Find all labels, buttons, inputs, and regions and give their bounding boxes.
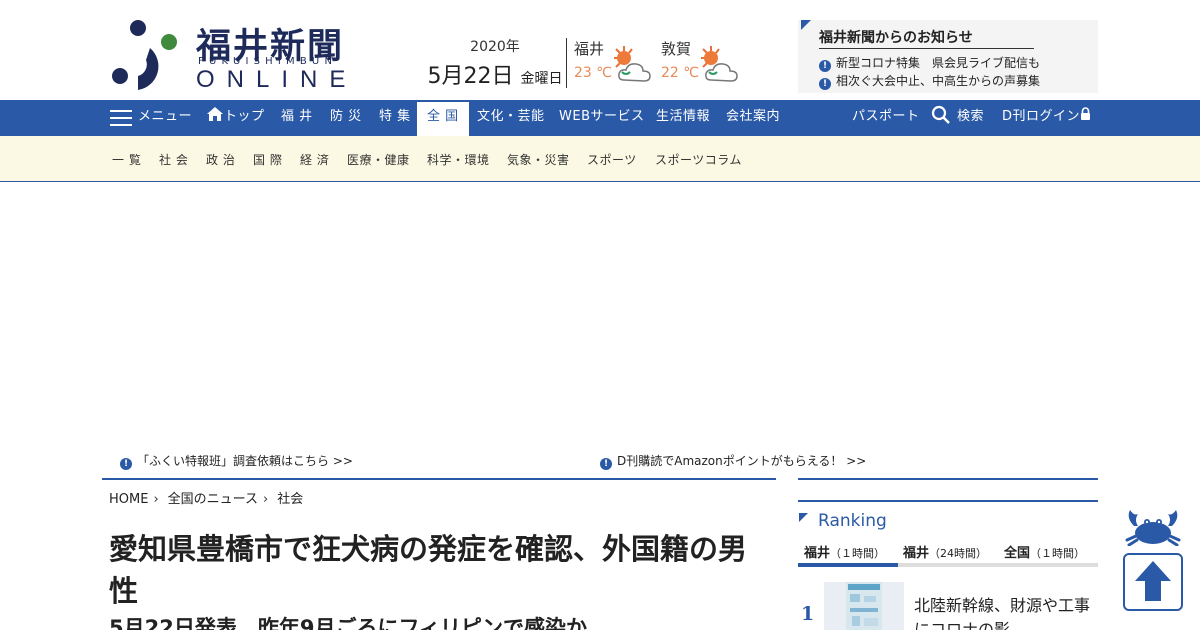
notice-box: 福井新聞からのお知らせ ! 新型コロナ特集 県会見ライブ配信も ! 相次ぐ大会中止、… — [798, 20, 1098, 93]
breadcrumb: HOME › 全国のニュース › 社会 — [109, 488, 303, 507]
nav-search[interactable]: 検索 — [931, 100, 984, 136]
nav-top-label: トップ — [224, 109, 265, 124]
ranking-number: 1 — [801, 603, 815, 625]
notice-item-label: 新型コロナ特集 県会見ライブ配信も — [836, 56, 1041, 70]
ranking-tab-fukui-1h[interactable]: 福井（１時間） — [804, 542, 885, 561]
promo-link-amazon[interactable]: ! D刊購読でAmazonポイントがもらえる！ >> — [600, 452, 866, 470]
subnav-item[interactable]: スポーツコラム — [655, 151, 742, 168]
nav-passport[interactable]: パスポート — [852, 100, 920, 136]
info-icon: ! — [120, 458, 132, 470]
subnav-item[interactable]: 政 治 — [206, 151, 235, 168]
active-tab-indicator — [798, 563, 898, 567]
lock-icon — [1081, 107, 1091, 120]
ranking-thumbnail[interactable] — [824, 582, 904, 630]
main-nav: メニュー トップ 福 井 防 災 特 集 全 国 文化・芸能 WEBサービス 生… — [0, 100, 1200, 136]
subnav-item[interactable]: 社 会 — [159, 151, 188, 168]
ranking-headline[interactable]: 北陸新幹線、財源や工事にコロナの影 — [914, 594, 1094, 630]
sub-nav: 一 覧 社 会 政 治 国 際 経 済 医療・健康 科学・環境 気象・災害 スポ… — [0, 136, 1200, 182]
notice-item[interactable]: ! 新型コロナ特集 県会見ライブ配信も — [819, 54, 1040, 72]
subnav-item[interactable]: 経 済 — [300, 151, 329, 168]
subnav-item[interactable]: 国 際 — [253, 151, 282, 168]
nav-search-label: 検索 — [957, 109, 985, 124]
back-to-top-button[interactable] — [1123, 553, 1183, 611]
promo-link-label: D刊購読でAmazonポイントがもらえる！ >> — [617, 454, 867, 468]
date-day: 5月22日 金曜日 — [425, 58, 565, 90]
divider — [798, 478, 1098, 480]
date-year: 2020年 — [470, 39, 520, 55]
notice-title: 福井新聞からのお知らせ — [819, 27, 1034, 49]
promo-link-tokuhou[interactable]: ! 「ふくい特報班」調査依頼はこちら >> — [120, 452, 353, 470]
tab-period: （１時間） — [830, 547, 886, 560]
nav-item-web-service[interactable]: WEBサービス — [559, 100, 645, 136]
info-icon: ! — [819, 60, 831, 72]
date-monthday: 5月22日 — [427, 64, 514, 89]
date-display: 2020年 5月22日 金曜日 — [425, 36, 565, 90]
divider — [566, 38, 567, 88]
divider — [102, 478, 776, 480]
crab-icon[interactable] — [1124, 506, 1182, 546]
breadcrumb-society[interactable]: 社会 — [277, 492, 303, 507]
sun-cloud-icon — [701, 46, 738, 82]
nav-login[interactable]: D刊ログイン — [1002, 100, 1091, 136]
nav-top[interactable]: トップ — [206, 100, 265, 136]
nav-item-culture[interactable]: 文化・芸能 — [477, 100, 545, 136]
nav-item-zenkoku[interactable]: 全 国 — [417, 102, 469, 136]
site-header: 福井新聞 FUKUISHIMBUN ONLINE 2020年 5月22日 金曜日… — [0, 0, 1200, 100]
notice-item-label: 相次ぐ大会中止、中高生からの声募集 — [836, 74, 1041, 88]
nav-item-tokushu[interactable]: 特 集 — [379, 100, 411, 136]
weather-tsuruga[interactable]: 敦賀 22 ℃ — [661, 38, 751, 88]
article-title: 愛知県豊橋市で狂犬病の発症を確認、外国籍の男性 — [109, 532, 748, 608]
article-subtitle: 5月22日発表、昨年9月ごろにフィリピンで感染か — [109, 616, 588, 630]
logo-online: ONLINE — [196, 66, 358, 93]
breadcrumb-national[interactable]: 全国のニュース — [168, 492, 258, 507]
tab-label: 全国 — [1004, 546, 1031, 561]
divider — [798, 500, 1098, 502]
chevron-right-icon: › — [153, 492, 159, 507]
sun-cloud-icon — [614, 46, 651, 82]
info-icon: ! — [819, 78, 831, 90]
nav-item-fukui[interactable]: 福 井 — [281, 100, 313, 136]
breadcrumb-home[interactable]: HOME — [109, 492, 148, 507]
tab-label: 福井 — [903, 546, 930, 561]
corner-marker — [801, 20, 811, 30]
subnav-item[interactable]: 気象・災害 — [507, 151, 570, 168]
tab-period: （24時間） — [929, 547, 988, 560]
nav-item-company[interactable]: 会社案内 — [726, 100, 780, 136]
nav-item-bousai[interactable]: 防 災 — [330, 100, 362, 136]
logo-mark-icon — [112, 20, 177, 90]
article-thumbnail-image — [846, 582, 882, 630]
hamburger-icon[interactable] — [110, 110, 132, 126]
arrow-up-icon — [1135, 561, 1171, 601]
subnav-item[interactable]: 科学・環境 — [427, 151, 490, 168]
ranking-title: Ranking — [818, 511, 887, 531]
site-logo[interactable]: 福井新聞 FUKUISHIMBUN ONLINE — [110, 18, 355, 93]
subnav-item[interactable]: 一 覧 — [112, 151, 141, 168]
subnav-item[interactable]: スポーツ — [587, 151, 637, 168]
ranking-tab-fukui-24h[interactable]: 福井（24時間） — [903, 542, 987, 561]
search-icon — [931, 105, 950, 124]
tab-period: （１時間） — [1030, 547, 1086, 560]
nav-login-label: D刊ログイン — [1002, 109, 1081, 124]
weather-fukui[interactable]: 福井 23 ℃ — [574, 38, 664, 88]
corner-marker — [799, 513, 808, 522]
nav-menu[interactable]: メニュー — [138, 100, 192, 136]
subnav-item[interactable]: 医療・健康 — [347, 151, 410, 168]
promo-link-label: 「ふくい特報班」調査依頼はこちら >> — [137, 454, 353, 468]
notice-item[interactable]: ! 相次ぐ大会中止、中高生からの声募集 — [819, 72, 1040, 90]
info-icon: ! — [600, 458, 612, 470]
ranking-tab-national-1h[interactable]: 全国（１時間） — [1004, 542, 1085, 561]
date-weekday: 金曜日 — [520, 71, 563, 87]
home-icon — [207, 107, 223, 121]
chevron-right-icon: › — [263, 492, 269, 507]
ranking-tab-bar — [798, 563, 1098, 567]
nav-item-life-info[interactable]: 生活情報 — [656, 100, 710, 136]
tab-label: 福井 — [804, 546, 831, 561]
